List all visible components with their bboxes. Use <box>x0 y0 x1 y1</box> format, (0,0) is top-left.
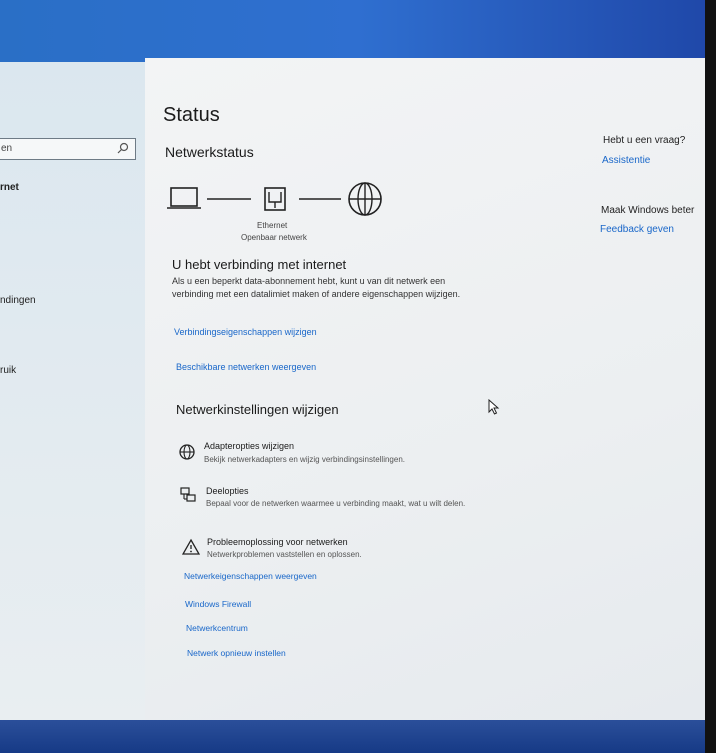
get-help-link[interactable]: Assistentie <box>602 155 650 166</box>
adapter-options-desc: Bekijk netwerkadapters en wijzig verbind… <box>204 455 405 464</box>
monitor-bezel-edge <box>705 0 716 753</box>
network-reset-link[interactable]: Netwerk opnieuw instellen <box>187 648 286 658</box>
change-network-settings-heading: Netwerkinstellingen wijzigen <box>176 402 339 417</box>
settings-main-pane: Status Netwerkstatus Ethernet Openbaar n… <box>145 58 705 720</box>
search-icon[interactable] <box>117 142 129 154</box>
adapter-options-title[interactable]: Adapteropties wijzigen <box>204 441 294 451</box>
warning-triangle-icon[interactable] <box>182 538 200 556</box>
sharing-computers-icon[interactable] <box>179 486 197 504</box>
globe-icon <box>348 182 382 216</box>
show-available-networks-link[interactable]: Beschikbare netwerken weergeven <box>176 362 316 372</box>
computer-icon <box>167 187 201 209</box>
change-connection-properties-link[interactable]: Verbindingseigenschappen wijzigen <box>174 327 317 337</box>
settings-sidebar: en rnet ndingen ruik <box>0 62 145 720</box>
network-type-label: Openbaar netwerk <box>241 233 307 242</box>
network-center-link[interactable]: Netwerkcentrum <box>186 623 248 633</box>
help-question-label: Hebt u een vraag? <box>603 135 686 146</box>
ethernet-label: Ethernet <box>257 221 288 230</box>
sharing-options-title[interactable]: Deelopties <box>206 486 249 496</box>
ethernet-port-icon <box>264 187 286 211</box>
search-input-text[interactable]: en <box>1 143 12 154</box>
sharing-options-desc: Bepaal voor de netwerken waarmee u verbi… <box>206 499 466 508</box>
improve-windows-label: Maak Windows beter <box>601 205 695 216</box>
sidebar-item-internet[interactable]: rnet <box>0 182 19 193</box>
troubleshooter-title[interactable]: Probleemoplossing voor netwerken <box>207 537 348 547</box>
view-network-properties-link[interactable]: Netwerkeigenschappen weergeven <box>184 571 317 581</box>
give-feedback-link[interactable]: Feedback geven <box>600 224 674 235</box>
page-title: Status <box>163 104 220 126</box>
troubleshooter-desc: Netwerkproblemen vaststellen en oplossen… <box>207 550 362 559</box>
search-field[interactable]: en <box>0 138 136 160</box>
sidebar-item-verbindingen[interactable]: ndingen <box>0 295 36 306</box>
desktop-bottom-band <box>0 720 716 753</box>
mouse-cursor-icon <box>488 399 500 415</box>
windows-firewall-link[interactable]: Windows Firewall <box>185 599 251 609</box>
connection-description: Als u een beperkt data-abonnement hebt, … <box>172 276 461 299</box>
adapter-globe-icon[interactable] <box>178 443 196 461</box>
sidebar-item-gebruik[interactable]: ruik <box>0 365 16 376</box>
desktop-top-band <box>0 0 716 62</box>
connection-status-heading: U hebt verbinding met internet <box>172 257 347 272</box>
section-subtitle-network-status: Netwerkstatus <box>165 144 254 160</box>
